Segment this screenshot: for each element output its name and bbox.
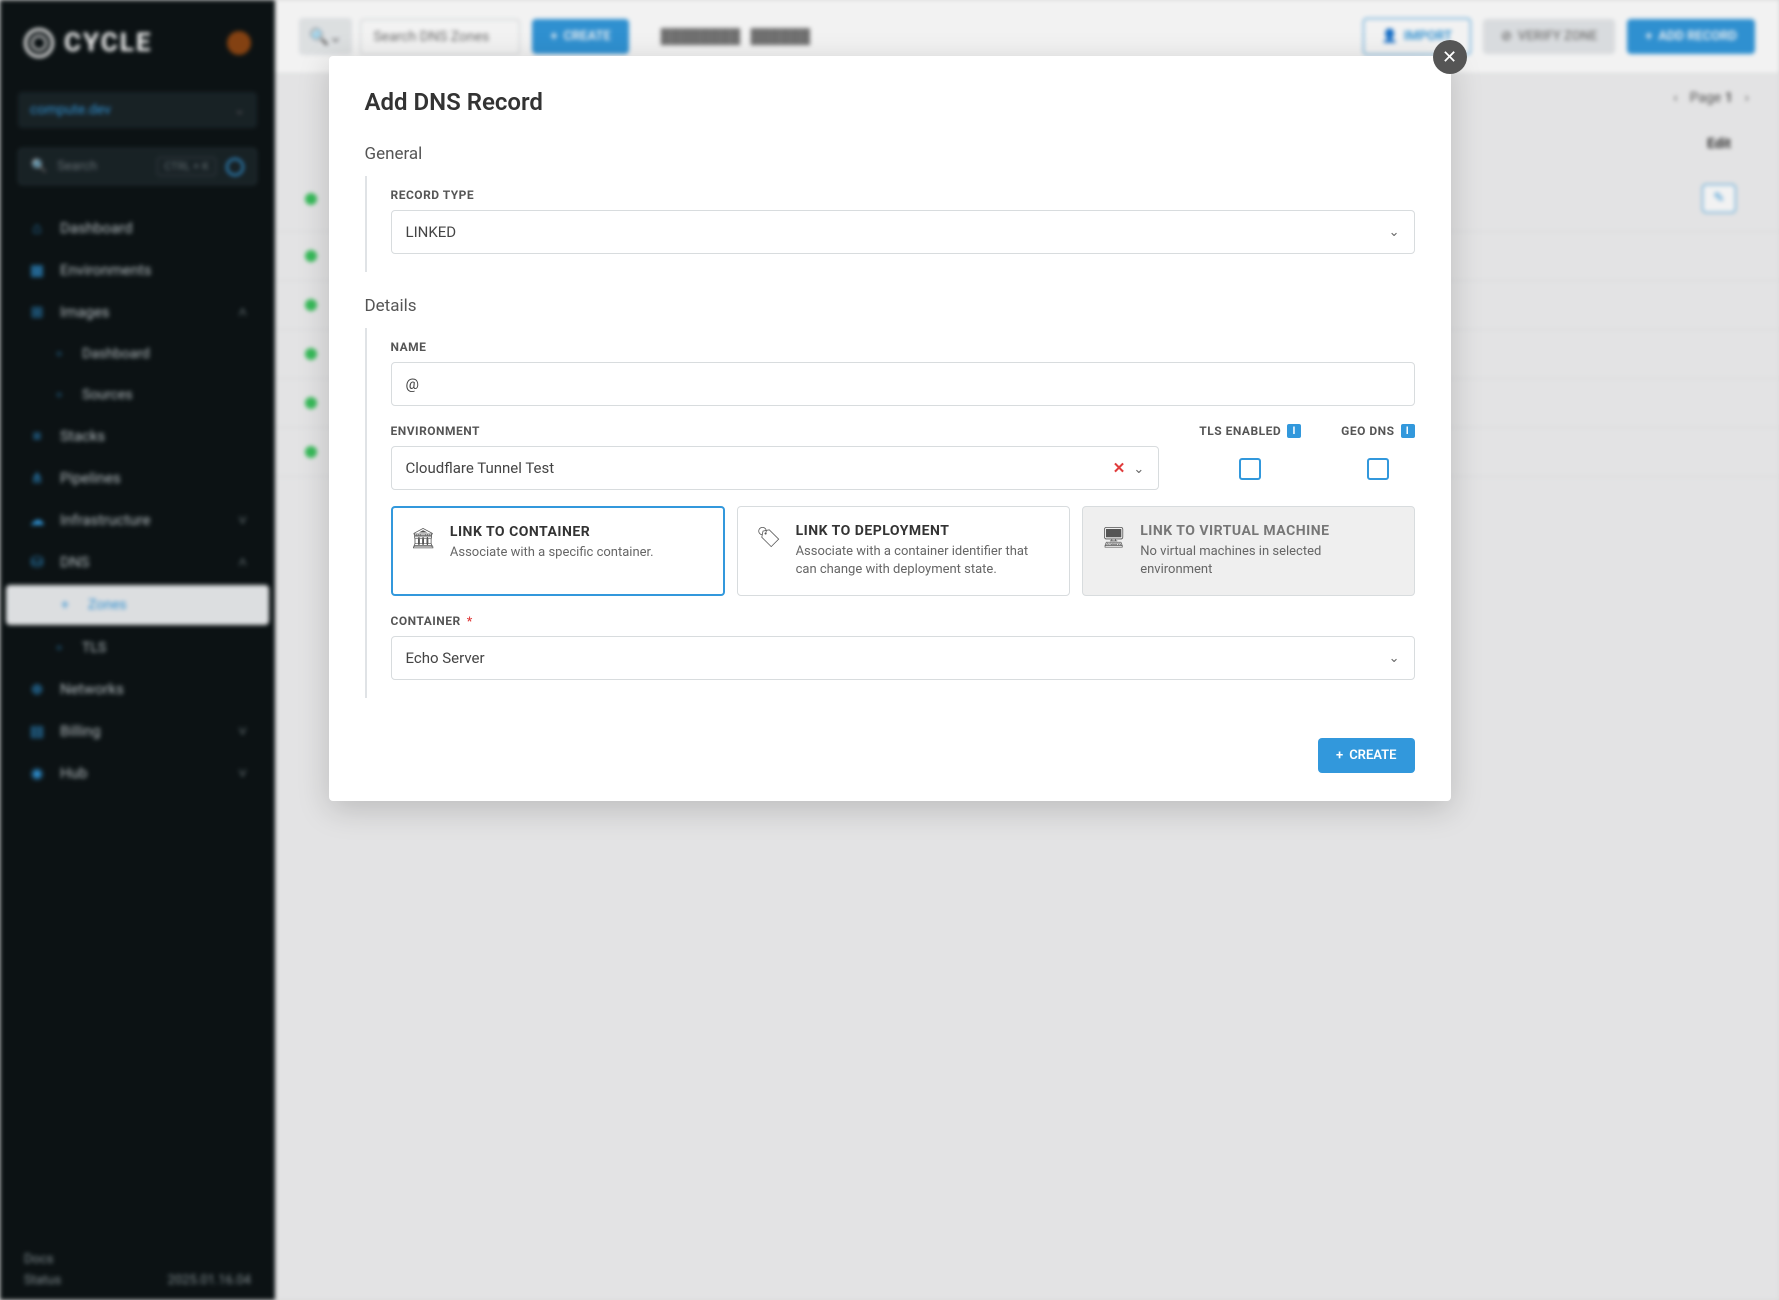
general-section-title: General: [365, 144, 1415, 164]
chevron-down-icon: ⌄: [1389, 651, 1400, 666]
close-button[interactable]: ✕: [1433, 40, 1467, 74]
environment-value: Cloudflare Tunnel Test: [406, 459, 555, 477]
name-label: NAME: [391, 340, 1415, 354]
link-option-icon: 🏛: [411, 526, 436, 550]
chevron-down-icon: ⌄: [1389, 225, 1400, 240]
geo-dns-label: GEO DNSi: [1341, 424, 1414, 438]
create-record-button[interactable]: + CREATE: [1318, 738, 1414, 773]
container-value: Echo Server: [406, 649, 485, 667]
geo-dns-checkbox[interactable]: [1367, 458, 1389, 480]
add-dns-record-modal: ✕ Add DNS Record General RECORD TYPE LIN…: [329, 56, 1451, 801]
info-icon[interactable]: i: [1287, 424, 1301, 438]
record-type-value: LINKED: [406, 223, 457, 241]
name-input[interactable]: @: [391, 362, 1415, 406]
record-type-select[interactable]: LINKED ⌄: [391, 210, 1415, 254]
chevron-down-icon: ⌄: [1133, 462, 1144, 477]
container-label: CONTAINER *: [391, 614, 1415, 628]
environment-label: ENVIRONMENT: [391, 424, 1160, 438]
link-options: 🏛LINK TO CONTAINERAssociate with a speci…: [391, 506, 1415, 596]
tls-enabled-label: TLS ENABLEDi: [1199, 424, 1301, 438]
details-section-title: Details: [365, 296, 1415, 316]
link-option-icon: 🖥: [1101, 525, 1126, 549]
link-option-link-to-deployment[interactable]: 🏷LINK TO DEPLOYMENTAssociate with a cont…: [737, 506, 1070, 596]
link-option-link-to-container[interactable]: 🏛LINK TO CONTAINERAssociate with a speci…: [391, 506, 726, 596]
clear-icon[interactable]: ✕: [1113, 459, 1126, 477]
environment-select[interactable]: Cloudflare Tunnel Test ✕ ⌄: [391, 446, 1160, 490]
tls-enabled-checkbox[interactable]: [1239, 458, 1261, 480]
info-icon[interactable]: i: [1401, 424, 1415, 438]
link-option-link-to-virtual-machine: 🖥LINK TO VIRTUAL MACHINENo virtual machi…: [1082, 506, 1415, 596]
modal-title: Add DNS Record: [365, 88, 1415, 116]
modal-overlay: ✕ Add DNS Record General RECORD TYPE LIN…: [0, 0, 1779, 1300]
link-option-icon: 🏷: [756, 525, 781, 549]
record-type-label: RECORD TYPE: [391, 188, 1415, 202]
name-value: @: [406, 375, 419, 393]
container-select[interactable]: Echo Server ⌄: [391, 636, 1415, 680]
